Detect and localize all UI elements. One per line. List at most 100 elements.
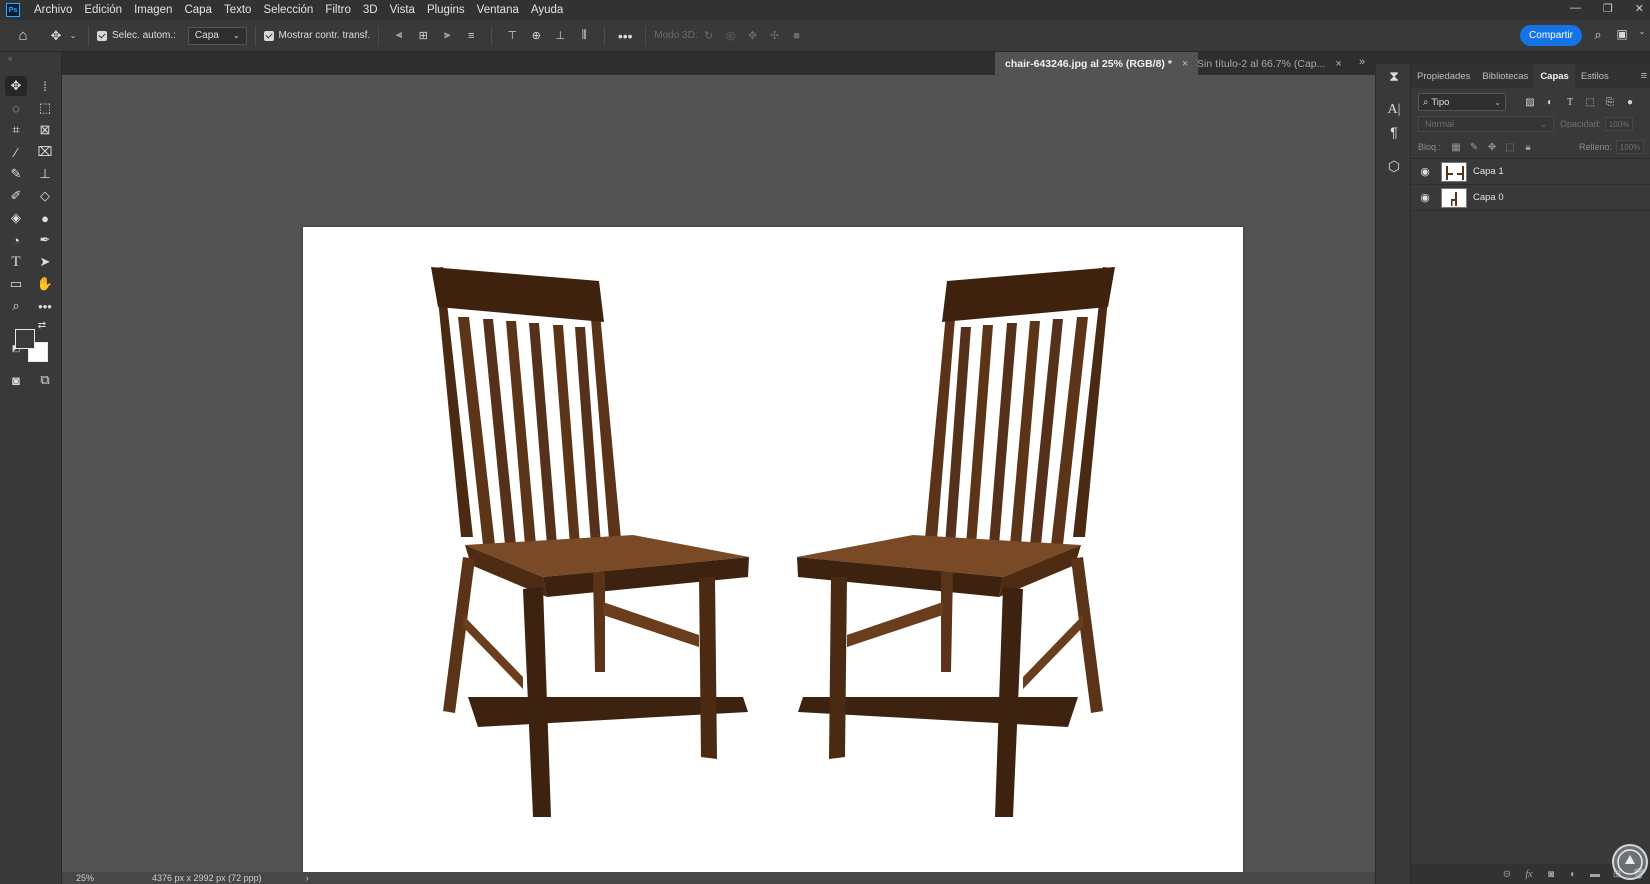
crop-tool-icon[interactable]: ⌗ (5, 120, 27, 140)
foreground-color-swatch[interactable] (15, 329, 35, 349)
blend-mode-dropdown[interactable]: Normal ⌄ (1418, 116, 1554, 132)
zoom-level[interactable]: 25% (76, 873, 94, 883)
align-left-icon[interactable]: ⫷ (387, 29, 411, 42)
menu-ayuda[interactable]: Ayuda (525, 4, 569, 16)
lasso-tool-icon[interactable]: ◌ (5, 98, 27, 118)
minimize-icon[interactable]: — (1570, 2, 1581, 15)
close-icon[interactable]: × (1335, 58, 1341, 70)
clone-stamp-tool-icon[interactable]: ⊥ (34, 164, 56, 184)
align-center-h-icon[interactable]: ⊞ (411, 29, 435, 42)
menu-imagen[interactable]: Imagen (128, 4, 178, 16)
lock-all-icon[interactable]: 🔒︎ (1519, 142, 1537, 153)
tab-estilos[interactable]: Estilos (1575, 64, 1615, 88)
3d-panel-icon[interactable]: ⬡ (1384, 156, 1404, 176)
paragraph-panel-icon[interactable]: ¶ (1384, 122, 1404, 142)
move-tool-icon[interactable]: ✥ (46, 28, 66, 44)
swap-colors-icon[interactable]: ⇄ (34, 318, 50, 332)
menu-archivo[interactable]: Archivo (28, 4, 78, 16)
mask-icon[interactable]: ◙ (1543, 869, 1559, 880)
blur-tool-icon[interactable]: ● (34, 208, 56, 228)
menu-seleccion[interactable]: Selección (257, 4, 319, 16)
filter-toggle-icon[interactable]: ● (1620, 94, 1640, 110)
auto-select-checkbox[interactable] (97, 30, 107, 41)
dodge-tool-icon[interactable]: ◔ (5, 230, 27, 250)
screen-mode-icon[interactable]: ⧉ (34, 370, 56, 390)
path-selection-tool-icon[interactable]: ➤ (34, 252, 56, 272)
shape-filter-icon[interactable]: ⬚ (1580, 94, 1600, 110)
type-tool-icon[interactable]: T (5, 252, 27, 272)
align-bottom-icon[interactable]: ⊥ (548, 29, 572, 42)
healing-brush-tool-icon[interactable]: ⌧ (34, 142, 56, 162)
quick-mask-icon[interactable]: ◙ (5, 370, 27, 390)
expand-panel-icon[interactable]: » (1359, 56, 1365, 68)
align-top-icon[interactable]: ⊤ (500, 29, 524, 42)
pen-tool-icon[interactable]: ✒ (34, 230, 56, 250)
chevron-right-icon[interactable]: › (306, 873, 309, 883)
chevron-down-icon[interactable]: ⌄ (66, 31, 80, 40)
lock-transparent-icon[interactable]: ▦ (1447, 142, 1465, 153)
visibility-eye-icon[interactable]: ◉ (1411, 191, 1439, 204)
panel-menu-icon[interactable]: ≡ (1641, 70, 1647, 82)
layer-row-capa-0[interactable]: ◉ Capa 0 (1411, 185, 1650, 211)
home-icon[interactable]: ⌂ (0, 27, 46, 44)
layer-filter-dropdown[interactable]: ⌕ Tipo ⌄ (1418, 93, 1506, 111)
show-transform-checkbox[interactable] (263, 30, 274, 41)
rectangle-tool-icon[interactable]: ▭ (5, 274, 27, 294)
adjustment-filter-icon[interactable]: ◐ (1540, 94, 1560, 110)
chevron-down-icon[interactable]: ⌄ (1636, 27, 1648, 36)
document-canvas[interactable] (303, 227, 1243, 872)
canvas-workspace[interactable] (62, 75, 1375, 872)
tab-capas[interactable]: Capas (1534, 64, 1575, 88)
collapse-icon[interactable]: « (8, 54, 12, 63)
type-filter-icon[interactable]: T (1560, 94, 1580, 110)
distribute-v-icon[interactable]: ⫼ (572, 29, 596, 42)
restore-icon[interactable]: ❐ (1603, 2, 1613, 15)
more-tools-icon[interactable]: ••• (34, 296, 56, 316)
lock-artboard-icon[interactable]: ⬚ (1501, 142, 1519, 153)
tab-propiedades[interactable]: Propiedades (1411, 64, 1476, 88)
history-panel-icon[interactable]: ⧗ (1384, 66, 1404, 86)
menu-filtro[interactable]: Filtro (319, 4, 357, 16)
tab-bibliotecas[interactable]: Bibliotecas (1476, 64, 1534, 88)
fx-icon[interactable]: fx (1521, 869, 1537, 880)
more-options-icon[interactable]: ••• (613, 28, 637, 44)
tab-untitled-document[interactable]: Sin título-2 al 66.7% (Cap... × (1187, 52, 1352, 75)
link-icon[interactable]: ⊝ (1499, 869, 1515, 880)
menu-ventana[interactable]: Ventana (471, 4, 525, 16)
align-right-icon[interactable]: ⫸ (435, 29, 459, 42)
character-panel-icon[interactable]: A| (1384, 100, 1404, 120)
menu-3d[interactable]: 3D (357, 4, 384, 16)
zoom-tool-icon[interactable]: ⌕ (5, 296, 27, 316)
smart-object-filter-icon[interactable]: ⎘ (1600, 94, 1620, 110)
lock-pixels-icon[interactable]: ✎ (1465, 142, 1483, 153)
group-icon[interactable]: ▬ (1587, 869, 1603, 880)
share-button[interactable]: Compartir (1520, 25, 1582, 46)
history-brush-tool-icon[interactable]: ✐ (5, 186, 27, 206)
artboard-tool-icon[interactable]: ⁞ (34, 76, 56, 96)
brush-tool-icon[interactable]: ✎ (5, 164, 27, 184)
tab-chair-document[interactable]: chair-643246.jpg al 25% (RGB/8) * × (995, 52, 1199, 75)
menu-plugins[interactable]: Plugins (421, 4, 471, 16)
menu-texto[interactable]: Texto (218, 4, 258, 16)
visibility-eye-icon[interactable]: ◉ (1411, 165, 1439, 178)
fill-field[interactable]: 100% (1616, 140, 1644, 154)
layer-row-capa-1[interactable]: ◉ Capa 1 (1411, 159, 1650, 185)
search-icon[interactable]: ⌕ (1590, 27, 1606, 43)
eraser-tool-icon[interactable]: ◇ (34, 186, 56, 206)
frame-tool-icon[interactable]: ⊠ (34, 120, 56, 140)
pixel-filter-icon[interactable]: ▨ (1520, 94, 1540, 110)
adjustment-icon[interactable]: ◐ (1565, 869, 1581, 880)
paint-bucket-tool-icon[interactable]: ◈ (5, 208, 27, 228)
hand-tool-icon[interactable]: ✋ (34, 274, 56, 294)
align-middle-icon[interactable]: ⊕ (524, 29, 548, 42)
eyedropper-tool-icon[interactable]: ⁄ (5, 142, 27, 162)
opacity-field[interactable]: 100% (1605, 117, 1634, 131)
object-select-tool-icon[interactable]: ⬚ (34, 98, 56, 118)
menu-edicion[interactable]: Edición (78, 4, 128, 16)
workspace-icon[interactable]: ▣ (1614, 27, 1630, 41)
move-tool-icon[interactable]: ✥ (5, 76, 27, 96)
distribute-h-icon[interactable]: ≡ (459, 30, 483, 42)
menu-vista[interactable]: Vista (384, 4, 421, 16)
menu-capa[interactable]: Capa (178, 4, 218, 16)
auto-select-dropdown[interactable]: Capa ⌄ (187, 26, 247, 45)
